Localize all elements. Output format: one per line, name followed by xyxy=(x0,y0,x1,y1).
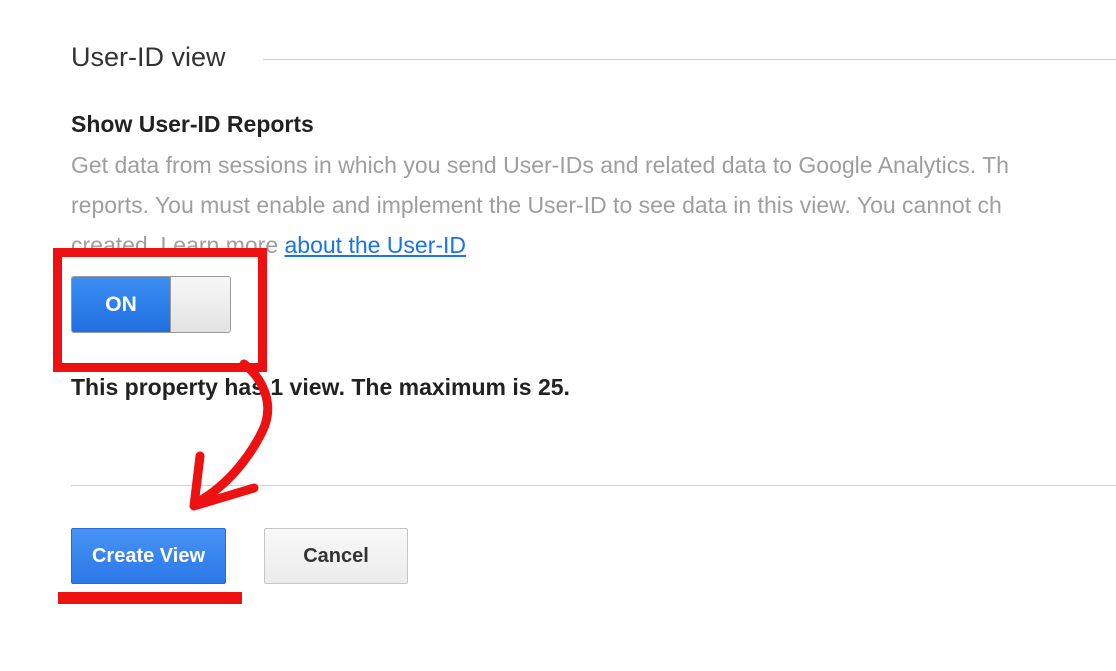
section-header: User-ID view xyxy=(71,40,1116,80)
user-id-description: Get data from sessions in which you send… xyxy=(71,145,1009,265)
description-line-3: created. Learn more about the User-ID xyxy=(71,225,1009,265)
actions-divider xyxy=(71,485,1116,486)
description-line-2: reports. You must enable and implement t… xyxy=(71,192,1002,218)
cancel-button[interactable]: Cancel xyxy=(264,528,408,584)
description-line-3-text: created. Learn more xyxy=(71,232,285,258)
create-view-form: User-ID view Show User-ID Reports Get da… xyxy=(0,0,1116,671)
section-divider xyxy=(263,59,1116,60)
toggle-knob xyxy=(170,277,230,332)
user-id-reports-label: Show User-ID Reports xyxy=(71,111,314,137)
learn-more-link[interactable]: about the User-ID xyxy=(285,232,467,258)
description-line-1: Get data from sessions in which you send… xyxy=(71,152,1009,178)
create-view-button[interactable]: Create View xyxy=(71,528,226,584)
section-title: User-ID view xyxy=(71,42,226,72)
view-count-text: This property has 1 view. The maximum is… xyxy=(71,374,570,400)
toggle-on-label: ON xyxy=(72,277,170,332)
create-button-underline-mark xyxy=(58,592,242,604)
user-id-toggle[interactable]: ON xyxy=(71,276,231,333)
